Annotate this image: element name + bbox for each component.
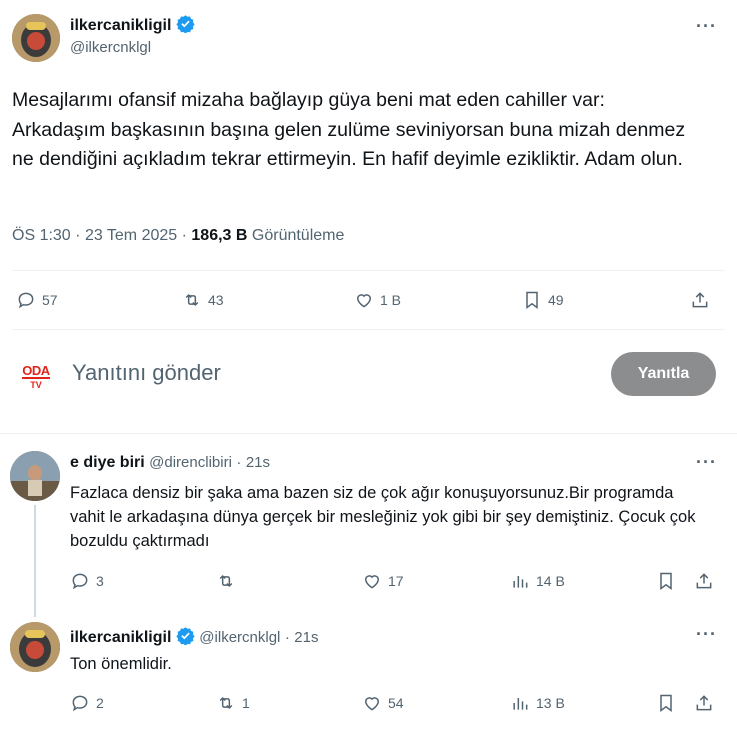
share-icon	[696, 695, 712, 711]
tweet-date[interactable]: 23 Tem 2025	[85, 227, 177, 244]
views-count: 14 B	[536, 573, 565, 589]
bookmark-button[interactable]: 49	[522, 290, 564, 310]
heart-icon	[364, 697, 380, 711]
reply-button[interactable]: 2	[70, 693, 104, 713]
reply-icon	[72, 573, 88, 590]
like-count: 1 B	[380, 292, 402, 308]
retweet-icon	[219, 696, 233, 710]
reply-count: 57	[42, 292, 58, 308]
avatar-logo-subtext: TV	[30, 380, 42, 390]
heart-icon	[364, 575, 380, 589]
bookmark-icon	[526, 291, 538, 309]
handle[interactable]: @ilkercnklgl	[70, 39, 195, 56]
retweet-button[interactable]: 1	[216, 693, 250, 713]
bookmark-icon	[660, 694, 672, 712]
like-button[interactable]: 17	[362, 571, 404, 591]
like-count: 17	[388, 573, 404, 589]
analytics-icon	[513, 576, 528, 588]
retweet-icon	[185, 293, 199, 307]
reply-button[interactable]: 3	[70, 571, 104, 591]
divider	[12, 329, 725, 330]
analytics-icon	[513, 698, 528, 710]
bookmark-count: 49	[548, 292, 564, 308]
reply-count: 3	[96, 573, 104, 589]
composer-avatar: ODA TV	[16, 362, 56, 390]
display-name[interactable]: ilkercanikligil	[70, 17, 171, 34]
bookmark-icon	[660, 572, 672, 590]
retweet-button[interactable]	[216, 571, 242, 591]
views-button[interactable]: 14 B	[510, 571, 565, 591]
display-name[interactable]: e diye biri	[70, 454, 145, 471]
more-options-icon[interactable]: ···	[696, 452, 717, 473]
share-icon	[696, 573, 712, 589]
separator-dot: ·	[181, 227, 192, 244]
avatar[interactable]	[10, 622, 60, 672]
reply-icon	[72, 695, 88, 712]
like-count: 54	[388, 695, 404, 711]
handle[interactable]: @direnclibiri	[149, 454, 232, 471]
like-button[interactable]: 54	[362, 693, 404, 713]
share-button[interactable]	[694, 693, 714, 713]
separator-dot: ·	[236, 454, 242, 471]
reply-text: Ton önemlidir.	[70, 655, 172, 673]
verified-icon	[176, 626, 195, 646]
like-button[interactable]: 1 B	[354, 290, 401, 310]
reply-actions: 2 1 54 13 B	[70, 692, 720, 714]
reply-header: e diye biri @direnclibiri · 21s	[70, 454, 270, 472]
reply-time[interactable]: 21s	[246, 454, 270, 471]
avatar-logo-text: ODA	[22, 363, 50, 379]
more-options-icon[interactable]: ···	[696, 624, 717, 645]
tweet-meta: ÖS 1:30 · 23 Tem 2025 · 186,3 B Görüntül…	[12, 227, 344, 245]
tweet-actions: 57 43 1 B 49	[16, 288, 716, 312]
handle[interactable]: @ilkercnklgl	[199, 629, 280, 646]
views-button[interactable]: 13 B	[510, 693, 565, 713]
tweet-text: Mesajlarımı ofansif mizaha bağlayıp güya…	[12, 89, 686, 170]
author-block: ilkercanikligil @ilkercnklgl	[70, 14, 195, 56]
share-button[interactable]	[690, 290, 710, 310]
reply-actions: 3 17 14 B	[70, 570, 720, 592]
divider	[12, 270, 725, 271]
retweet-icon	[219, 574, 233, 588]
bookmark-button[interactable]	[656, 693, 676, 713]
retweet-button[interactable]: 43	[182, 290, 224, 310]
reply-text: Fazlaca densiz bir şaka ama bazen siz de…	[70, 484, 696, 550]
separator-dot: ·	[284, 629, 290, 646]
reply-time[interactable]: 21s	[294, 629, 318, 646]
separator-dot: ·	[75, 227, 85, 244]
reply-count: 2	[96, 695, 104, 711]
reply-header: ilkercanikligil @ilkercnklgl · 21s	[70, 626, 318, 647]
avatar[interactable]	[12, 14, 60, 62]
thread-line	[34, 505, 36, 617]
retweet-count: 1	[242, 695, 250, 711]
avatar[interactable]	[10, 451, 60, 501]
views-count: 13 B	[536, 695, 565, 711]
display-name[interactable]: ilkercanikligil	[70, 629, 171, 646]
views-count: 186,3 B	[191, 227, 248, 244]
views-label: Görüntüleme	[251, 227, 345, 244]
heart-icon	[356, 294, 372, 308]
more-options-icon[interactable]: ···	[696, 16, 717, 37]
share-icon	[692, 292, 708, 308]
divider	[0, 433, 737, 434]
share-button[interactable]	[694, 571, 714, 591]
reply-icon	[18, 292, 34, 309]
tweet-time[interactable]: ÖS 1:30	[12, 227, 71, 244]
reply-submit-button[interactable]: Yanıtla	[611, 352, 716, 396]
reply-button[interactable]: 57	[16, 290, 58, 310]
verified-icon	[176, 14, 195, 34]
bookmark-button[interactable]	[656, 571, 676, 591]
retweet-count: 43	[208, 292, 224, 308]
reply-input[interactable]: Yanıtını gönder	[72, 360, 221, 386]
